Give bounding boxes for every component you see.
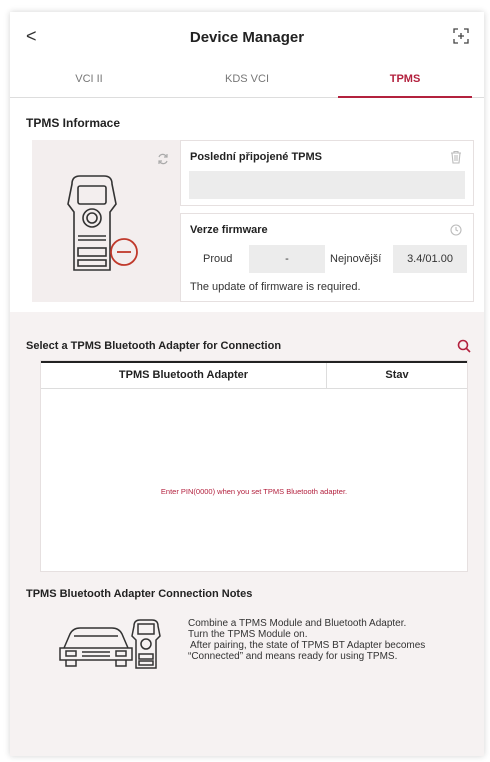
- last-connected-title: Poslední připojené TPMS: [190, 151, 323, 163]
- adapter-table: TPMS Bluetooth Adapter Stav Enter PIN(00…: [40, 360, 468, 572]
- page-title: Device Manager: [189, 29, 305, 46]
- note-line: Turn the TPMS Module on.: [188, 629, 308, 640]
- tab-kds-vci[interactable]: KDS VCI: [168, 62, 326, 97]
- tpms-device-disconnected-icon: [67, 175, 138, 271]
- last-connected-value: [189, 171, 465, 199]
- current-version-value: -: [249, 245, 325, 273]
- firmware-version-row: Proud - Nejnovější 3.4/01.00: [189, 245, 467, 273]
- current-version-label: Proud: [203, 253, 233, 265]
- adapter-select-title: Select a TPMS Bluetooth Adapter for Conn…: [26, 340, 282, 352]
- expand-icon: [453, 28, 469, 44]
- connection-notes-text: Combine a TPMS Module and Bluetooth Adap…: [188, 618, 425, 662]
- tpms-device-card: [32, 140, 180, 302]
- firmware-panel: Verze firmware Proud - Nejnovější 3.4/01…: [180, 213, 474, 302]
- device-manager-screen: < Device Manager VCI II KDS VCI TPMS TPM…: [10, 12, 484, 756]
- device-tabs: VCI II KDS VCI TPMS: [10, 62, 484, 98]
- car-tpms-illustration-icon: [59, 619, 161, 669]
- top-bar: < Device Manager: [10, 12, 484, 62]
- adapter-table-header: TPMS Bluetooth Adapter Stav: [41, 361, 467, 389]
- firmware-update-note: The update of firmware is required.: [190, 281, 361, 293]
- column-adapter: TPMS Bluetooth Adapter: [41, 363, 327, 388]
- latest-version-value: 3.4/01.00: [393, 245, 467, 273]
- tpms-info-title: TPMS Informace: [26, 116, 121, 130]
- update-icon[interactable]: [449, 223, 463, 237]
- firmware-title: Verze firmware: [190, 224, 268, 236]
- latest-version-label: Nejnovější: [330, 253, 382, 265]
- column-status: Stav: [385, 369, 409, 381]
- tab-vci-ii[interactable]: VCI II: [10, 62, 168, 97]
- tab-tpms[interactable]: TPMS: [326, 62, 484, 98]
- last-connected-panel: Poslední připojené TPMS: [180, 140, 474, 206]
- connection-notes-title: TPMS Bluetooth Adapter Connection Notes: [26, 588, 253, 600]
- pin-hint: Enter PIN(0000) when you set TPMS Blueto…: [160, 487, 348, 496]
- refresh-icon[interactable]: [156, 152, 170, 166]
- note-line: After pairing, the state of TPMS BT Adap…: [190, 640, 426, 651]
- trash-icon[interactable]: [449, 150, 463, 164]
- note-line: “Connected” and means ready for using TP…: [188, 651, 398, 662]
- search-icon[interactable]: [456, 338, 472, 354]
- expand-button[interactable]: [452, 27, 470, 45]
- adapter-section: Select a TPMS Bluetooth Adapter for Conn…: [10, 312, 484, 756]
- note-line: Combine a TPMS Module and Bluetooth Adap…: [188, 618, 407, 629]
